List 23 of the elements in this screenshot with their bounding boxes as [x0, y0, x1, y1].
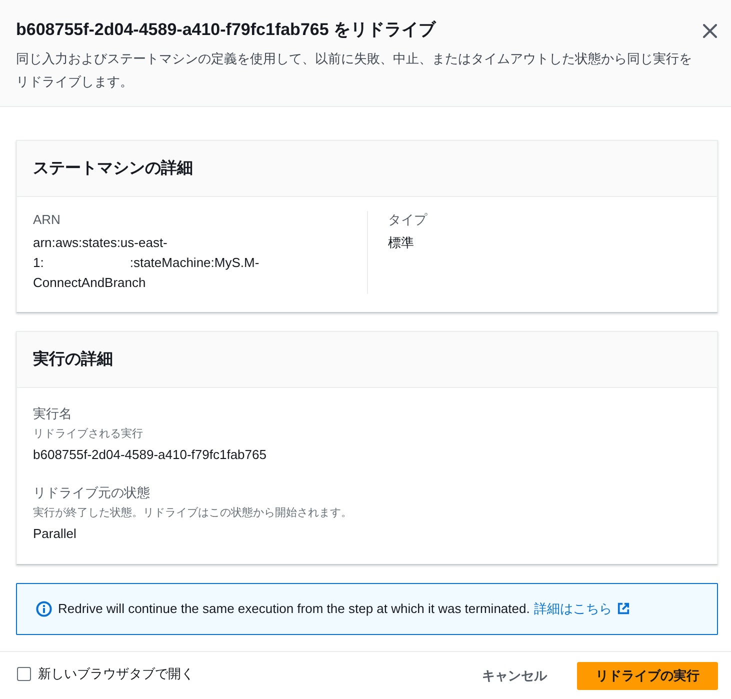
cancel-button[interactable]: キャンセル: [466, 662, 563, 690]
field-label: タイプ: [388, 211, 428, 229]
field-value: Parallel: [33, 525, 78, 543]
field-label: 実行名: [33, 405, 73, 423]
field-value: 標準: [388, 234, 415, 252]
checkbox-label: 新しいブラウザタブで開く: [38, 665, 194, 683]
field-label: リドライブ元の状態: [33, 484, 151, 502]
info-icon: [36, 601, 52, 617]
card-title: 実行の詳細: [33, 349, 113, 370]
close-icon: [703, 24, 717, 38]
field-label: ARN: [33, 211, 62, 229]
field-description: リドライブされる実行: [33, 426, 144, 442]
alert-text: Redrive will continue the same execution from the step at which it was terminated.: [58, 601, 530, 616]
field-value: arn:aws:states:us-east-1: :stateMachine:MyS.M-ConnectAndBranch: [33, 234, 260, 292]
dialog-title: b608755f-2d04-4589-a410-f79fc1fab765 をリドライブ: [16, 19, 438, 41]
field-value: b608755f-2d04-4589-a410-f79fc1fab765: [33, 446, 268, 464]
dialog-description: 同じ入力およびステートマシンの定義を使用して、以前に失敗、中止、またはタイムアウトした状態から同じ実行をリドライブします。: [16, 50, 693, 91]
learn-more-link[interactable]: 詳細はこちら: [534, 601, 630, 616]
checkbox[interactable]: [17, 667, 31, 681]
field-description: 実行が終了した状態。リドライブはこの状態から開始されます。: [33, 506, 353, 521]
redrive-button[interactable]: リドライブの実行: [577, 662, 718, 690]
external-link-icon: [616, 602, 630, 615]
card-title: ステートマシンの詳細: [33, 158, 193, 179]
